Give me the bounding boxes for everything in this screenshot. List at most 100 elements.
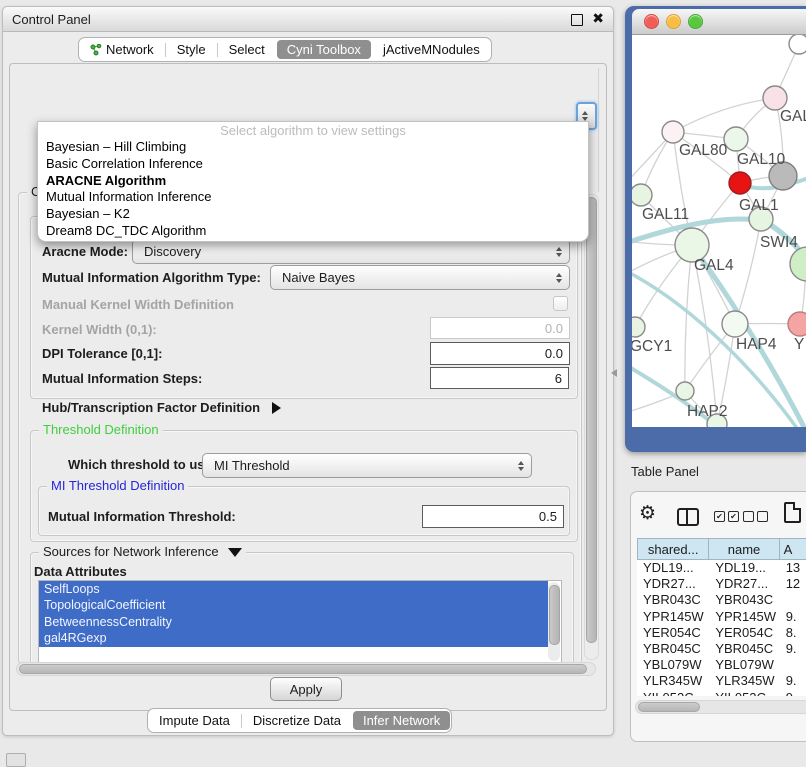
- close-icon[interactable]: ✖: [592, 10, 604, 27]
- which-threshold-combo[interactable]: MI Threshold: [202, 453, 532, 478]
- dropdown-item-bayesian-k2[interactable]: Bayesian – K2: [38, 206, 588, 223]
- table-row[interactable]: YBL079WYBL079W: [637, 657, 806, 673]
- dropdown-item-mutual-information[interactable]: Mutual Information Inference: [38, 189, 588, 206]
- table-row[interactable]: YER054CYER054C8.: [637, 625, 806, 641]
- tab-discretize-data[interactable]: Discretize Data: [243, 711, 351, 730]
- table-horizontal-scrollbar[interactable]: [635, 700, 806, 714]
- node-label-y: Y: [794, 336, 804, 353]
- minimize-traffic-light[interactable]: [666, 14, 681, 29]
- splitter-collapse-icon[interactable]: [611, 369, 617, 377]
- bottom-tabbar: Impute Data Discretize Data Infer Networ…: [147, 708, 452, 733]
- data-attributes-list: SelfLoops TopologicalCoefficient Between…: [38, 580, 562, 664]
- mi-threshold-field[interactable]: 0.5: [422, 505, 564, 528]
- table-panel-title: Table Panel: [631, 464, 699, 479]
- combo-arrows-icon: [556, 247, 562, 257]
- settings-horizontal-scrollbar[interactable]: [16, 662, 596, 676]
- mi-threshold-label: Mutual Information Threshold:: [48, 509, 236, 524]
- sources-group-title[interactable]: Sources for Network Inference: [39, 544, 246, 559]
- node-top-partial[interactable]: [789, 35, 806, 54]
- collapsed-panel-button[interactable]: [6, 753, 26, 767]
- float-window-icon[interactable]: [571, 14, 583, 26]
- tab-style[interactable]: Style: [167, 40, 216, 59]
- combo-arrows-icon: [518, 461, 524, 471]
- kernel-width-label: Kernel Width (0,1):: [42, 322, 157, 337]
- column-header-shared-name[interactable]: shared...: [637, 538, 709, 560]
- list-item-gal4rgexp[interactable]: gal4RGexp: [39, 630, 548, 646]
- node-gal10[interactable]: [724, 127, 748, 151]
- dropdown-item-dream8[interactable]: Dream8 DC_TDC Algorithm: [38, 223, 588, 240]
- manual-kernel-checkbox[interactable]: [553, 296, 568, 311]
- columns-icon[interactable]: [677, 508, 699, 526]
- mi-algorithm-type-label: Mutual Information Algorithm Type:: [42, 270, 261, 285]
- page-icon[interactable]: [784, 502, 801, 523]
- network-window-titlebar: [632, 9, 806, 35]
- node-right-green[interactable]: [790, 247, 806, 281]
- column-header-partial[interactable]: A: [780, 538, 806, 560]
- control-panel-window: Control Panel ✖ Network Style Select Cyn…: [2, 6, 614, 736]
- node-gal80[interactable]: [662, 121, 684, 143]
- kernel-width-field[interactable]: 0.0: [430, 317, 570, 339]
- panel-divider: [598, 68, 599, 192]
- expander-arrow-icon: [272, 402, 281, 414]
- aracne-mode-combo[interactable]: Discovery: [132, 239, 570, 264]
- attribute-list-scrollbar[interactable]: [548, 582, 560, 661]
- table-horizontal-scrollbar-thumb[interactable]: [638, 702, 700, 712]
- apply-button[interactable]: Apply: [270, 677, 342, 701]
- tab-jactivemnodules[interactable]: jActiveMNodules: [373, 40, 490, 59]
- network-canvas[interactable]: GALGAL80GAL10GAL1GAL11SWI4GAL4GCY1HAP4YH…: [632, 35, 806, 427]
- tab-separator: [217, 43, 218, 57]
- list-item-topologicalcoefficient[interactable]: TopologicalCoefficient: [39, 597, 548, 613]
- mi-steps-label: Mutual Information Steps:: [42, 371, 202, 386]
- select-all-icon[interactable]: ✔✔: [714, 511, 739, 522]
- attribute-list-scrollbar-thumb[interactable]: [549, 585, 560, 645]
- dropdown-item-bayesian-hill-climbing[interactable]: Bayesian – Hill Climbing: [38, 139, 588, 156]
- dpi-tolerance-field[interactable]: 0.0: [430, 342, 570, 365]
- table-row[interactable]: YBR043CYBR043C: [637, 592, 806, 608]
- table-row[interactable]: YDL19...YDL19...13: [637, 560, 806, 576]
- settings-vertical-scrollbar[interactable]: [584, 194, 599, 660]
- aracne-mode-value: Discovery: [144, 244, 201, 259]
- dropdown-item-aracne[interactable]: ARACNE Algorithm: [38, 173, 588, 190]
- table-row[interactable]: YBR045CYBR045C9.: [637, 641, 806, 657]
- node-label-gal80: GAL80: [679, 142, 728, 159]
- tab-impute-data[interactable]: Impute Data: [149, 711, 240, 730]
- mi-threshold-group-title: MI Threshold Definition: [47, 478, 188, 493]
- node-label-gal10: GAL10: [737, 151, 786, 168]
- node-salmon[interactable]: [788, 312, 806, 336]
- tab-network[interactable]: Network: [80, 40, 164, 59]
- mi-steps-value: 6: [555, 371, 562, 386]
- node-gcy1[interactable]: [632, 317, 645, 337]
- table-body: YDL19...YDL19...13 YDR27...YDR27...12 YB…: [637, 560, 806, 696]
- tab-cyni-toolbox[interactable]: Cyni Toolbox: [277, 40, 371, 59]
- node-pink-top[interactable]: [763, 86, 787, 110]
- node-gal1-red[interactable]: [729, 172, 751, 194]
- list-item-selfloops[interactable]: SelfLoops: [39, 581, 548, 597]
- mi-algorithm-type-combo[interactable]: Naive Bayes: [270, 265, 570, 290]
- manual-kernel-label: Manual Kernel Width Definition: [42, 297, 234, 312]
- tab-infer-network[interactable]: Infer Network: [353, 711, 450, 730]
- combo-arrows-icon: [556, 273, 562, 283]
- close-traffic-light[interactable]: [644, 14, 659, 29]
- zoom-traffic-light[interactable]: [688, 14, 703, 29]
- column-header-name[interactable]: name: [709, 538, 779, 560]
- table-row[interactable]: YPR145WYPR145W9.: [637, 609, 806, 625]
- table-row[interactable]: YIL052CYIL052C9.: [637, 690, 806, 697]
- deselect-all-icon[interactable]: [743, 511, 768, 522]
- tab-select[interactable]: Select: [219, 40, 275, 59]
- settings-horizontal-scrollbar-thumb[interactable]: [19, 664, 587, 674]
- settings-vertical-scrollbar-thumb[interactable]: [586, 197, 597, 643]
- network-edge: [685, 245, 692, 391]
- hub-definition-expander[interactable]: Hub/Transcription Factor Definition: [42, 400, 281, 415]
- table-row[interactable]: YDR27...YDR27...12: [637, 576, 806, 592]
- node-hap2[interactable]: [676, 382, 694, 400]
- aracne-mode-label: Aracne Mode:: [42, 244, 128, 259]
- gear-icon[interactable]: ⚙: [639, 504, 656, 523]
- algorithm-dropdown-popup: Select algorithm to view settings Bayesi…: [37, 121, 589, 242]
- node-hap4[interactable]: [722, 311, 748, 337]
- table-row[interactable]: YLR345WYLR345W9.: [637, 673, 806, 689]
- node-gal11[interactable]: [632, 184, 652, 206]
- dropdown-item-basic-correlation[interactable]: Basic Correlation Inference: [38, 156, 588, 173]
- mi-steps-field[interactable]: 6: [430, 367, 569, 389]
- list-item-betweennesscentrality[interactable]: BetweennessCentrality: [39, 614, 548, 630]
- collapse-arrow-icon: [228, 548, 242, 557]
